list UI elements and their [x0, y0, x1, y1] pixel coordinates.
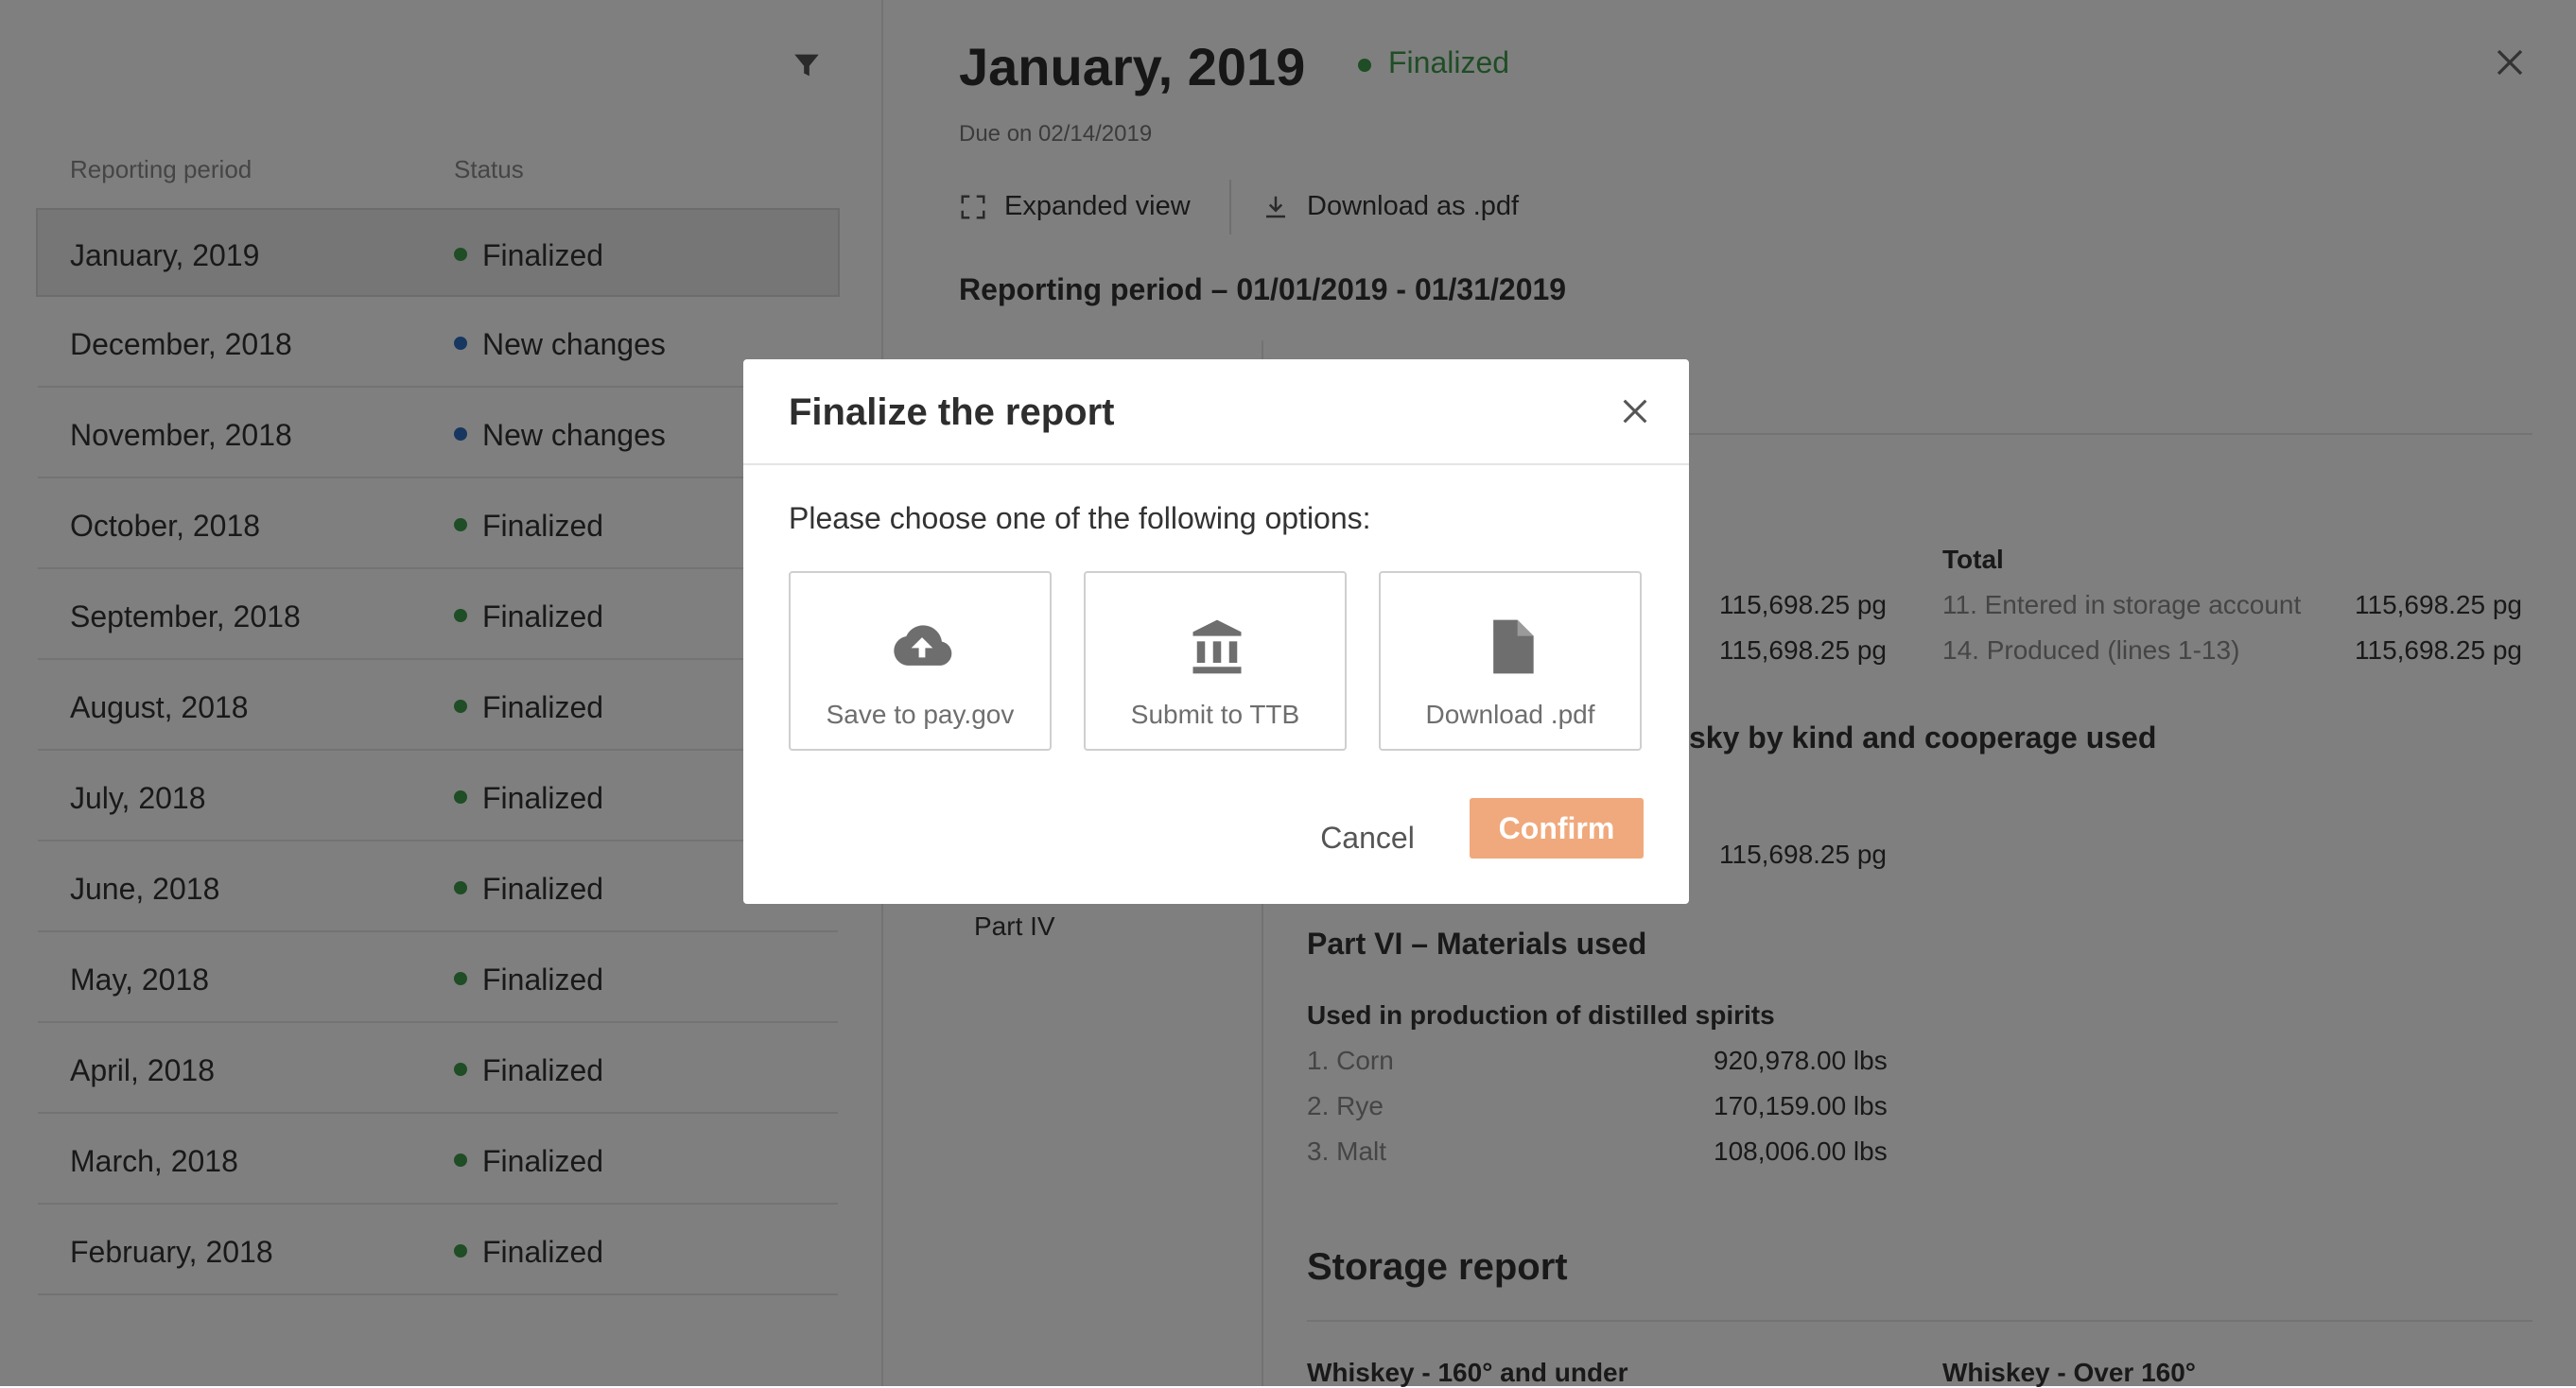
bank-icon: [1192, 619, 1242, 674]
dialog-title: Finalize the report: [789, 391, 1115, 433]
dialog-divider: [743, 463, 1689, 465]
document-icon: [1493, 619, 1534, 674]
option-label: Submit to TTB: [1130, 700, 1300, 729]
dialog-prompt: Please choose one of the following optio…: [789, 501, 1371, 535]
submit-to-ttb-option[interactable]: Submit to TTB: [1084, 571, 1347, 751]
save-to-pay-gov-option[interactable]: Save to pay.gov: [789, 571, 1052, 751]
cloud-upload-icon: [894, 625, 952, 666]
option-label: Download .pdf: [1425, 700, 1595, 729]
confirm-button[interactable]: Confirm: [1470, 798, 1644, 859]
cancel-button[interactable]: Cancel: [1303, 809, 1432, 866]
finalize-report-dialog: Finalize the report Please choose one of…: [743, 359, 1689, 904]
option-label: Save to pay.gov: [826, 700, 1015, 729]
close-icon[interactable]: [1619, 395, 1651, 427]
download-pdf-option[interactable]: Download .pdf: [1379, 571, 1642, 751]
